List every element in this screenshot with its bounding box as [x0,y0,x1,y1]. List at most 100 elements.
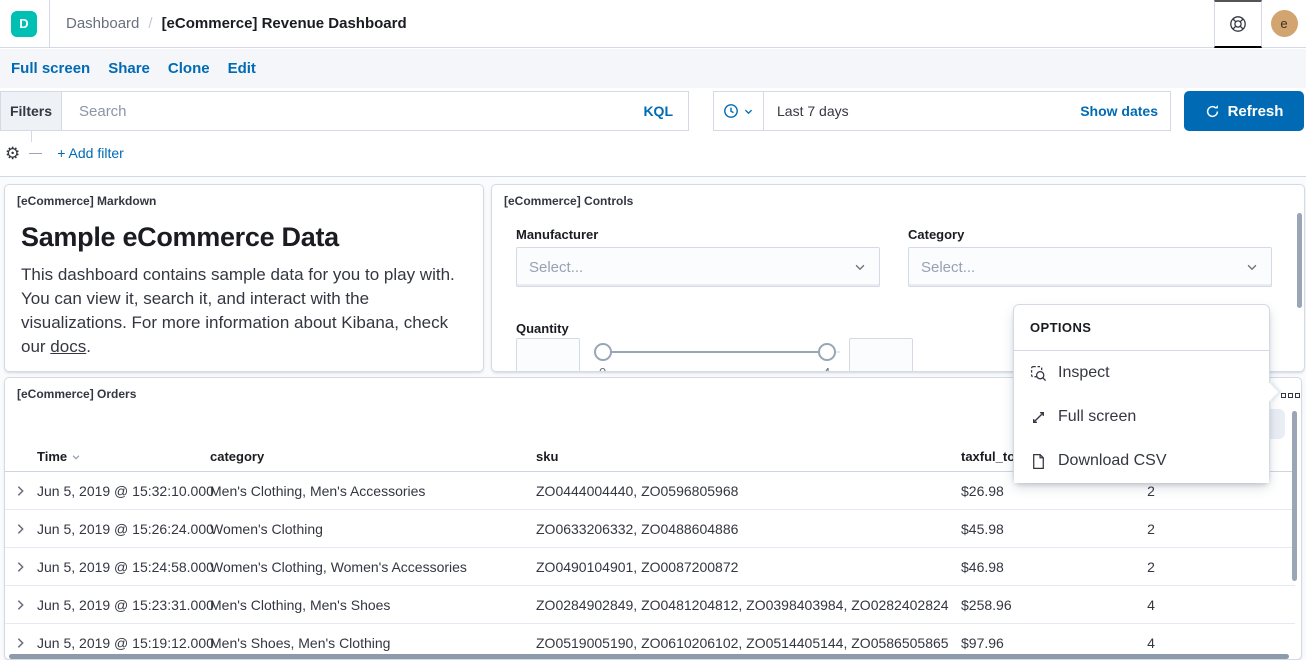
full-screen-link[interactable]: Full screen [2,60,99,77]
category-placeholder: Select... [921,259,975,276]
time-quick-select-button[interactable] [714,92,764,130]
cell-price: $45.98 [961,521,1004,537]
orders-vertical-scrollbar[interactable] [1292,411,1297,581]
search-input[interactable] [79,103,619,120]
top-header: D Dashboard / [eCommerce] Revenue Dashbo… [0,0,1306,48]
quantity-label: Quantity [516,321,569,336]
cell-sku: ZO0519005190, ZO0610206102, ZO0514405144… [536,635,949,651]
markdown-body: This dashboard contains sample data for … [21,263,467,359]
kql-switch[interactable]: KQL [643,103,673,119]
refresh-label: Refresh [1228,103,1284,120]
markdown-text-after: . [86,337,91,356]
expand-row-button[interactable] [14,598,27,611]
chevron-down-icon [853,260,867,274]
dashboard-toolbar: Full screen Share Clone Edit [0,49,1306,88]
column-header-time[interactable]: Time [37,449,81,464]
add-filter-button[interactable]: + Add filter [57,145,124,161]
manufacturer-placeholder: Select... [529,259,583,276]
breadcrumb-separator: / [148,15,152,32]
cell-quantity: 4 [1133,597,1169,613]
sort-descending-icon [71,452,81,462]
menu-item-label: Download CSV [1058,452,1167,470]
menu-item-inspect[interactable]: Inspect [1014,351,1269,395]
column-header-category[interactable]: category [210,449,264,464]
user-avatar[interactable]: e [1271,10,1298,37]
controls-scrollbar[interactable] [1297,213,1302,308]
header-actions: e [1214,0,1306,48]
filter-dash-divider [29,153,42,154]
quantity-min-input[interactable] [516,338,580,372]
options-menu-title: OPTIONS [1014,305,1269,351]
manufacturer-select[interactable]: Select... [516,247,880,287]
inspect-icon [1030,365,1047,382]
cell-category: Women's Clothing, Women's Accessories [210,559,467,575]
query-bar: Filters KQL Last 7 days Show dates Refre… [0,91,1306,131]
category-label: Category [908,227,964,242]
menu-item-download-csv[interactable]: Download CSV [1014,439,1269,483]
category-select[interactable]: Select... [908,247,1272,287]
time-header-label: Time [37,449,67,464]
boxes-horizontal-icon [1281,393,1286,398]
filters-button[interactable]: Filters [0,91,62,131]
chevron-down-icon [743,106,754,117]
cell-time: Jun 5, 2019 @ 15:23:31.000 [37,597,214,613]
add-filter-row: ⚙ + Add filter [0,142,1306,164]
fullscreen-icon [1030,409,1047,426]
refresh-button[interactable]: Refresh [1184,91,1304,131]
cell-category: Men's Clothing, Men's Accessories [210,483,425,499]
refresh-icon [1205,104,1220,119]
cell-time: Jun 5, 2019 @ 15:19:12.000 [37,635,214,651]
clock-icon [723,103,739,119]
markdown-panel: [eCommerce] Markdown Sample eCommerce Da… [4,184,484,372]
cell-sku: ZO0490104901, ZO0087200872 [536,559,738,575]
cell-category: Men's Clothing, Men's Shoes [210,597,390,613]
controls-panel-title: [eCommerce] Controls [492,185,1304,208]
quantity-min-tick: 0 [599,365,606,372]
breadcrumb-dashboard[interactable]: Dashboard [66,15,139,32]
chevron-down-icon [1245,260,1259,274]
quantity-max-tick: 4 [823,365,830,372]
cell-price: $46.98 [961,559,1004,575]
cell-time: Jun 5, 2019 @ 15:24:58.000 [37,559,214,575]
quantity-slider-handle-max[interactable] [818,343,836,361]
quantity-max-input[interactable] [849,338,913,372]
dashboard-app-logo[interactable]: D [11,11,37,37]
expand-row-button[interactable] [14,560,27,573]
share-link[interactable]: Share [99,60,159,77]
quantity-slider-handle-min[interactable] [594,343,612,361]
cell-time: Jun 5, 2019 @ 15:32:10.000 [37,483,214,499]
show-dates-button[interactable]: Show dates [1080,103,1158,119]
column-header-sku[interactable]: sku [536,449,558,464]
cell-category: Men's Shoes, Men's Clothing [210,635,390,651]
table-row: Jun 5, 2019 @ 15:26:24.000 Women's Cloth… [5,510,1295,548]
cell-category: Women's Clothing [210,521,323,537]
expand-row-button[interactable] [14,522,27,535]
expand-row-button[interactable] [14,484,27,497]
document-icon [1030,453,1047,470]
cell-sku: ZO0633206332, ZO0488604886 [536,521,738,537]
clone-link[interactable]: Clone [159,60,219,77]
docs-link[interactable]: docs [50,337,86,356]
cell-quantity: 2 [1133,521,1169,537]
cell-price: $258.96 [961,597,1012,613]
cell-sku: ZO0444004440, ZO0596805968 [536,483,738,499]
quantity-slider-range [603,351,827,353]
breadcrumb: Dashboard / [eCommerce] Revenue Dashboar… [66,15,407,32]
menu-item-full-screen[interactable]: Full screen [1014,395,1269,439]
table-row: Jun 5, 2019 @ 15:24:58.000 Women's Cloth… [5,548,1295,586]
table-row: Jun 5, 2019 @ 15:23:31.000 Men's Clothin… [5,586,1295,624]
boxes-horizontal-icon [1288,393,1293,398]
help-icon [1228,14,1248,34]
time-picker: Last 7 days Show dates [713,91,1171,131]
manufacturer-label: Manufacturer [516,227,598,242]
help-button[interactable] [1214,0,1262,48]
panel-options-button[interactable] [1278,387,1302,403]
time-range-value[interactable]: Last 7 days [777,103,849,119]
kibana-dashboard-page: D Dashboard / [eCommerce] Revenue Dashbo… [0,0,1306,660]
edit-link[interactable]: Edit [219,60,265,77]
menu-item-label: Full screen [1058,408,1136,426]
expand-row-button[interactable] [14,636,27,649]
filter-settings-gear-icon[interactable]: ⚙ [5,145,20,162]
orders-horizontal-scrollbar[interactable] [9,654,1289,659]
cell-quantity: 2 [1133,483,1169,499]
